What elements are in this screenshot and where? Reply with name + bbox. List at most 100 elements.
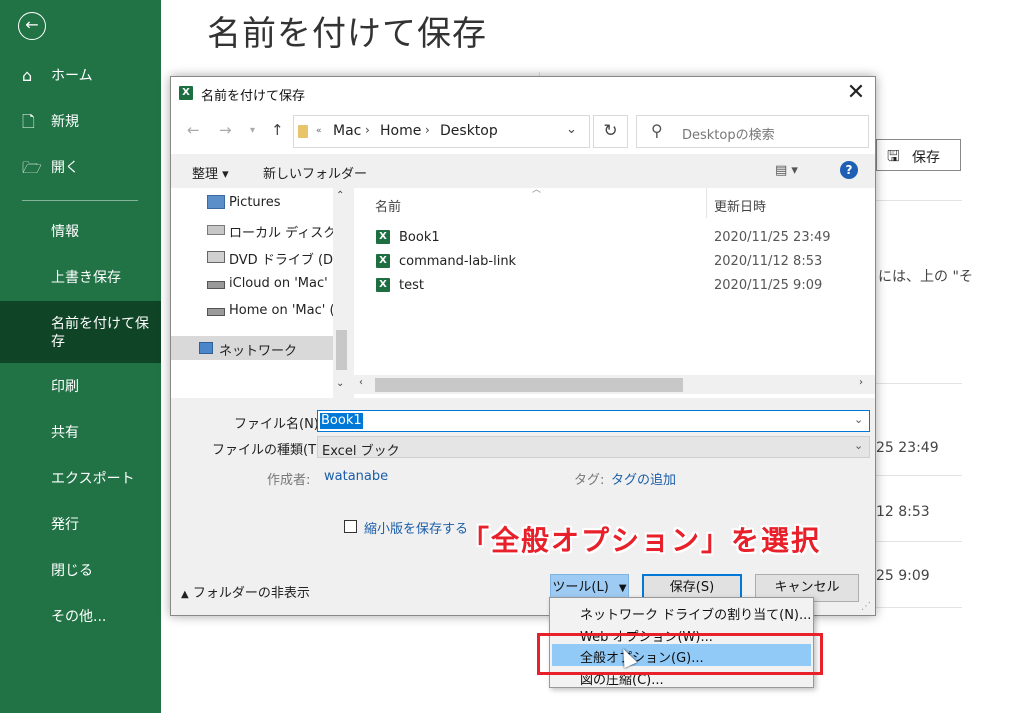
excel-file-icon: X: [376, 254, 390, 268]
scrollbar-thumb[interactable]: [375, 378, 683, 392]
sidebar-item-label: 閉じる: [51, 563, 93, 579]
file-type-select[interactable]: Excel ブック ⌄: [317, 436, 870, 459]
back-button[interactable]: ←: [18, 12, 46, 40]
organize-button[interactable]: 整理 ▾: [192, 163, 229, 182]
chevron-down-icon[interactable]: ⌄: [566, 122, 577, 137]
folder-icon: [298, 125, 308, 138]
sidebar-item-label: 印刷: [51, 379, 79, 395]
excel-file-icon: X: [376, 230, 390, 244]
navigation-tree: Pictures ローカル ディスク (C: DVD ドライブ (D:) ( i…: [171, 188, 333, 398]
network-icon: [199, 342, 213, 354]
sidebar-item-label: 新規: [51, 114, 79, 130]
tree-item-network[interactable]: ネットワーク: [171, 336, 333, 360]
back-icon[interactable]: ←: [187, 121, 200, 139]
excel-file-icon: X: [376, 278, 390, 292]
thumbnail-label[interactable]: 縮小版を保存する: [364, 518, 468, 537]
scroll-down-icon[interactable]: ⌄: [336, 378, 344, 389]
chevron-down-icon[interactable]: ⌄: [854, 413, 863, 426]
refresh-button[interactable]: ↻: [593, 115, 628, 148]
back-arrow-icon: ←: [25, 15, 39, 34]
recent-dropdown-icon[interactable]: ▾: [250, 125, 255, 136]
file-name: test: [399, 278, 424, 293]
excel-icon: X: [179, 86, 193, 100]
new-folder-button[interactable]: 新しいフォルダー: [263, 163, 367, 182]
breadcrumb-home[interactable]: Home: [380, 123, 421, 139]
help-icon[interactable]: ?: [840, 161, 858, 179]
column-header-modified[interactable]: 更新日時: [714, 196, 766, 215]
search-icon: ⚲: [651, 121, 663, 140]
file-modified: 2020/11/25 23:49: [714, 230, 831, 245]
folder-open-icon: 🗁: [22, 158, 42, 177]
divider: [876, 607, 962, 608]
drive-icon: [207, 225, 225, 235]
thumbnail-checkbox[interactable]: [344, 520, 357, 533]
menu-item-map-network-drive[interactable]: ネットワーク ドライブの割り当て(N)...: [552, 601, 811, 623]
backstage-sidebar: ← ⌂ ホーム 🗋 新規 🗁 開く 情報 上書き保存 名前を付けて保存 印刷 共…: [0, 0, 161, 713]
scrollbar-thumb[interactable]: [336, 330, 347, 370]
annotation-highlight-box: [537, 633, 823, 675]
chevron-down-icon[interactable]: ⌄: [854, 439, 863, 452]
hide-folders-label: フォルダーの非表示: [192, 586, 310, 601]
file-list: ︿ 名前 更新日時 X Book1 2020/11/25 23:49 X com…: [354, 185, 875, 398]
breadcrumb-overflow[interactable]: «: [316, 126, 322, 136]
search-placeholder: Desktopの検索: [682, 128, 775, 143]
file-name: command-lab-link: [399, 254, 517, 269]
breadcrumb-mac[interactable]: Mac: [333, 123, 361, 139]
forward-icon[interactable]: →: [219, 121, 232, 139]
dvd-icon: [207, 251, 225, 263]
file-name-input[interactable]: Book1 ⌄: [317, 410, 870, 432]
partial-description-text: には、上の "そ: [878, 269, 973, 285]
scroll-right-icon[interactable]: ›: [859, 377, 863, 388]
sidebar-item-label: 上書き保存: [51, 270, 121, 286]
close-icon[interactable]: ✕: [843, 80, 869, 106]
search-input[interactable]: ⚲ Desktopの検索: [636, 115, 869, 148]
chevron-right-icon[interactable]: ›: [365, 123, 370, 137]
tree-scrollbar[interactable]: ⌃ ⌄: [333, 188, 350, 398]
file-row[interactable]: X test 2020/11/25 9:09: [354, 274, 875, 298]
tree-item-local-disk[interactable]: ローカル ディスク (C:: [171, 218, 333, 242]
breadcrumb-desktop[interactable]: Desktop: [440, 123, 498, 139]
column-header-name[interactable]: 名前: [375, 196, 401, 215]
file-modified: 2020/11/25 9:09: [714, 278, 823, 293]
tree-item-pictures[interactable]: Pictures: [171, 191, 333, 215]
dialog-toolbar: 整理 ▾ 新しいフォルダー ▤ ▾ ?: [171, 154, 875, 188]
home-icon: ⌂: [22, 66, 33, 85]
file-type-label: ファイルの種類(T):: [212, 443, 326, 458]
tags-field[interactable]: タグの追加: [611, 469, 676, 488]
address-bar[interactable]: « Mac › Home › Desktop ⌄: [293, 115, 590, 148]
sidebar-item-save-as[interactable]: 名前を付けて保存: [0, 301, 161, 363]
sidebar-divider: [22, 200, 138, 201]
backstage-save-button[interactable]: 🖫 保存: [876, 139, 961, 171]
resize-grip-icon[interactable]: ⋰: [861, 601, 871, 612]
column-separator[interactable]: [706, 188, 707, 218]
refresh-icon: ↻: [603, 121, 618, 141]
file-type-value: Excel ブック: [322, 444, 400, 459]
up-icon[interactable]: ↑: [271, 121, 284, 139]
tree-item-dvd-drive[interactable]: DVD ドライブ (D:) (: [171, 245, 333, 269]
sidebar-item-label: ホーム: [51, 68, 93, 84]
file-row[interactable]: X command-lab-link 2020/11/12 8:53: [354, 250, 875, 274]
file-modified: 2020/11/12 8:53: [714, 254, 823, 269]
partial-date-text: 25 9:09: [876, 568, 930, 584]
partial-date-text: 25 23:49: [876, 440, 939, 456]
sidebar-item-label: 名前を付けて保存: [51, 316, 149, 350]
scroll-left-icon[interactable]: ‹: [359, 377, 363, 388]
tree-item-icloud[interactable]: iCloud on 'Mac' (: [171, 272, 333, 296]
chevron-right-icon[interactable]: ›: [425, 123, 430, 137]
partial-date-text: 12 8:53: [876, 504, 930, 520]
file-name: Book1: [399, 230, 440, 245]
hide-folders-toggle[interactable]: ▲ フォルダーの非表示: [181, 582, 310, 601]
network-drive-icon: [207, 308, 225, 316]
author-field[interactable]: watanabe: [324, 469, 388, 484]
file-list-scrollbar[interactable]: ‹ ›: [354, 375, 875, 394]
author-label: 作成者:: [267, 473, 311, 488]
file-row[interactable]: X Book1 2020/11/25 23:49: [354, 226, 875, 250]
tags-label: タグ:: [574, 473, 605, 488]
view-options-button[interactable]: ▤ ▾: [775, 163, 798, 178]
file-name-label: ファイル名(N):: [234, 417, 324, 432]
tree-item-home-on-mac[interactable]: Home on 'Mac' (: [171, 299, 333, 323]
sidebar-item-label: エクスポート: [51, 471, 135, 487]
scroll-up-icon[interactable]: ⌃: [336, 190, 344, 201]
save-icon: 🖫: [887, 147, 900, 165]
file-name-value: Book1: [320, 413, 363, 429]
